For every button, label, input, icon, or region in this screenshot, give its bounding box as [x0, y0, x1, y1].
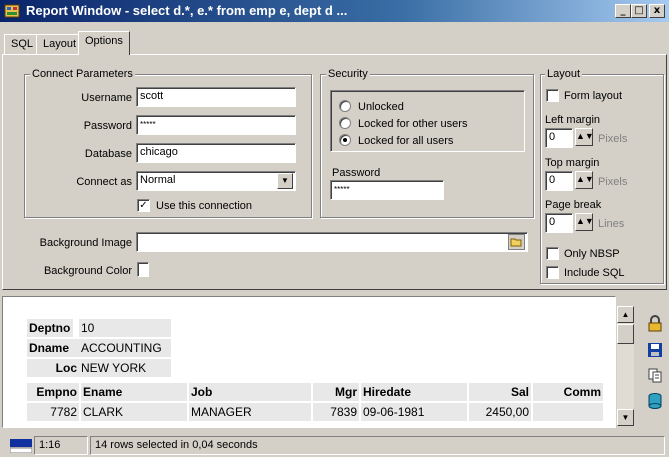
- connect-as-label: Connect as: [76, 176, 132, 188]
- tab-options-label: Options: [85, 35, 123, 47]
- top-margin-field[interactable]: 0: [545, 171, 573, 191]
- tab-sql-label: SQL: [11, 38, 34, 50]
- left-margin-label: Left margin: [545, 114, 601, 126]
- security-password-label: Password: [332, 167, 381, 179]
- only-nbsp-label: Only NBSP: [564, 248, 620, 260]
- radio-locked-other[interactable]: [339, 117, 351, 129]
- database-field[interactable]: chicago: [136, 143, 296, 163]
- save-icon[interactable]: [646, 341, 664, 359]
- page-break-unit: Lines: [598, 218, 625, 230]
- page-break-label: Page break: [545, 199, 602, 211]
- tab-layout[interactable]: Layout: [36, 34, 84, 54]
- include-sql-checkbox[interactable]: [546, 266, 559, 279]
- tab-sql[interactable]: SQL: [4, 34, 41, 54]
- tab-layout-label: Layout: [43, 38, 77, 50]
- database-label: Database: [84, 148, 132, 160]
- form-layout-label: Form layout: [564, 90, 623, 102]
- table-cell: 09-06-1981: [361, 403, 467, 421]
- status-message: 14 rows selected in 0,04 seconds: [90, 436, 665, 455]
- top-margin-spin-icon[interactable]: ▲▼: [575, 171, 594, 189]
- top-margin-label: Top margin: [545, 157, 600, 169]
- column-header: Comm: [533, 383, 603, 401]
- table-cell: [533, 403, 603, 421]
- page-break-spin-icon[interactable]: ▲▼: [575, 213, 594, 231]
- dept-value: ACCOUNTING: [79, 339, 171, 357]
- background-color-swatch[interactable]: [137, 262, 149, 277]
- scroll-up-icon[interactable]: ▲: [617, 306, 634, 323]
- maximize-button[interactable]: □: [631, 4, 647, 18]
- radio-unlocked-label: Unlocked: [358, 101, 404, 113]
- table-cell: 2450,00: [469, 403, 531, 421]
- database-icon[interactable]: [646, 392, 664, 410]
- left-margin-field[interactable]: 0: [545, 128, 573, 148]
- chevron-down-icon[interactable]: ▼: [277, 173, 293, 189]
- app-icon: [4, 3, 20, 19]
- layout-title: Layout: [545, 68, 583, 80]
- folder-icon[interactable]: [508, 234, 525, 250]
- username-label: Username: [81, 92, 132, 104]
- background-color-label: Background Color: [43, 265, 132, 277]
- dept-value: NEW YORK: [79, 359, 171, 377]
- radio-locked-other-label: Locked for other users: [358, 118, 468, 130]
- connect-parameters-title: Connect Parameters: [30, 68, 135, 80]
- connect-as-value: Normal: [140, 174, 176, 186]
- tab-options[interactable]: Options: [78, 31, 130, 55]
- table-cell: 7839: [313, 403, 359, 421]
- title-bar[interactable]: Report Window - select d.*, e.* from emp…: [0, 0, 669, 22]
- lock-icon[interactable]: [646, 315, 664, 333]
- column-header: Empno: [27, 383, 79, 401]
- page-break-field[interactable]: 0: [545, 213, 573, 233]
- background-image-label: Background Image: [39, 237, 132, 249]
- left-margin-spin-icon[interactable]: ▲▼: [575, 128, 594, 146]
- status-position: 1:16: [34, 436, 88, 455]
- security-password-field[interactable]: *****: [330, 180, 444, 200]
- username-field[interactable]: scott: [136, 87, 296, 107]
- dept-value: 10: [79, 319, 171, 337]
- dept-label: Loc: [27, 359, 79, 377]
- results-scrollbar[interactable]: ▲ ▼: [617, 306, 634, 426]
- dept-label: Dname: [27, 339, 79, 357]
- status-indicator-icon: [9, 439, 33, 454]
- status-bar: 1:16 14 rows selected in 0,04 seconds: [0, 434, 669, 457]
- password-field[interactable]: *****: [136, 115, 296, 135]
- status-message-text: 14 rows selected in 0,04 seconds: [95, 439, 258, 451]
- results-pane[interactable]: Deptno 10 Dname ACCOUNTING Loc NEW YORK …: [2, 296, 616, 428]
- table-cell: MANAGER: [189, 403, 311, 421]
- top-margin-unit: Pixels: [598, 176, 628, 188]
- column-header: Job: [189, 383, 311, 401]
- copy-icon[interactable]: [646, 366, 664, 384]
- password-label: Password: [83, 120, 132, 132]
- table-cell: 7782: [27, 403, 79, 421]
- radio-unlocked[interactable]: [339, 100, 351, 112]
- radio-locked-all-label: Locked for all users: [358, 135, 454, 147]
- table-cell: CLARK: [81, 403, 187, 421]
- status-position-text: 1:16: [39, 439, 61, 451]
- only-nbsp-checkbox[interactable]: [546, 247, 559, 260]
- left-margin-unit: Pixels: [598, 133, 628, 145]
- use-connection-label: Use this connection: [156, 200, 252, 212]
- column-header: Hiredate: [361, 383, 467, 401]
- background-image-field[interactable]: [136, 232, 528, 252]
- close-button[interactable]: x: [649, 4, 665, 18]
- use-connection-checkbox[interactable]: ✓: [137, 199, 150, 212]
- dept-label: Deptno: [27, 319, 73, 337]
- radio-locked-all[interactable]: [339, 134, 351, 146]
- minimize-button[interactable]: _: [615, 4, 631, 18]
- column-header: Mgr: [313, 383, 359, 401]
- window-title: Report Window - select d.*, e.* from emp…: [26, 3, 348, 18]
- column-header: Sal: [469, 383, 531, 401]
- column-header: Ename: [81, 383, 187, 401]
- connect-as-select[interactable]: Normal: [136, 171, 296, 191]
- scroll-thumb[interactable]: [617, 324, 634, 344]
- scroll-down-icon[interactable]: ▼: [617, 409, 634, 426]
- security-title: Security: [326, 68, 370, 80]
- include-sql-label: Include SQL: [564, 267, 625, 279]
- form-layout-checkbox[interactable]: [546, 89, 559, 102]
